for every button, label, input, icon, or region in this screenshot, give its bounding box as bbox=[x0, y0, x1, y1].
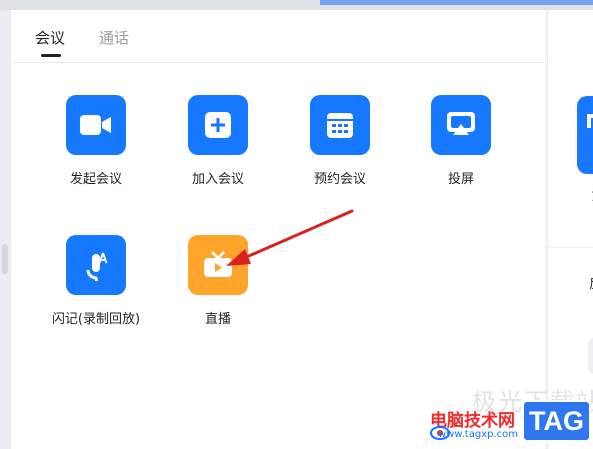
video-camera-icon bbox=[66, 95, 126, 155]
microphone-text-icon bbox=[66, 235, 126, 295]
flash-note-label: 闪记(录制回放) bbox=[51, 312, 141, 327]
top-strip-accent bbox=[320, 0, 593, 5]
schedule-meeting-button[interactable]: 预约会议 bbox=[285, 95, 395, 205]
calendar-icon bbox=[310, 95, 370, 155]
left-edge-handle[interactable] bbox=[2, 244, 8, 274]
active-tab-indicator bbox=[41, 54, 61, 57]
plus-square-icon bbox=[188, 95, 248, 155]
flash-note-button[interactable]: 闪记(录制回放) bbox=[41, 235, 151, 345]
tab-meeting[interactable]: 会议 bbox=[35, 27, 65, 48]
start-meeting-button[interactable]: 发起会议 bbox=[41, 95, 151, 205]
tv-live-icon bbox=[188, 235, 248, 295]
meeting-tabs: 会议 通话 bbox=[11, 10, 545, 63]
screen-cast-button[interactable]: 投屏 bbox=[406, 95, 516, 205]
live-stream-button[interactable]: 直播 bbox=[163, 235, 273, 345]
right-panel-blue-tile[interactable] bbox=[577, 96, 593, 174]
schedule-meeting-label: 预约会议 bbox=[313, 172, 366, 187]
join-meeting-button[interactable]: 加入会议 bbox=[163, 95, 273, 205]
screen-cast-label: 投屏 bbox=[447, 172, 474, 187]
watermark-url-text: www.tagxp.com bbox=[438, 429, 518, 440]
window-top-strip bbox=[0, 0, 593, 10]
start-meeting-label: 发起会议 bbox=[69, 172, 122, 187]
live-stream-label: 直播 bbox=[204, 312, 231, 327]
right-panel-soft-block bbox=[588, 338, 593, 374]
join-meeting-label: 加入会议 bbox=[191, 172, 244, 187]
right-tile-icon bbox=[587, 114, 593, 128]
right-panel-divider bbox=[548, 247, 593, 248]
watermark-tag-badge: TAG bbox=[522, 400, 591, 442]
left-edge-panel bbox=[0, 10, 11, 449]
right-panel-text-2: 反 bbox=[589, 273, 593, 292]
screen-cast-icon bbox=[431, 95, 491, 155]
site-watermark: 极光下载站 电脑技术网 www.tagxp.com TAG bbox=[430, 382, 593, 449]
tab-call[interactable]: 通话 bbox=[99, 27, 129, 48]
